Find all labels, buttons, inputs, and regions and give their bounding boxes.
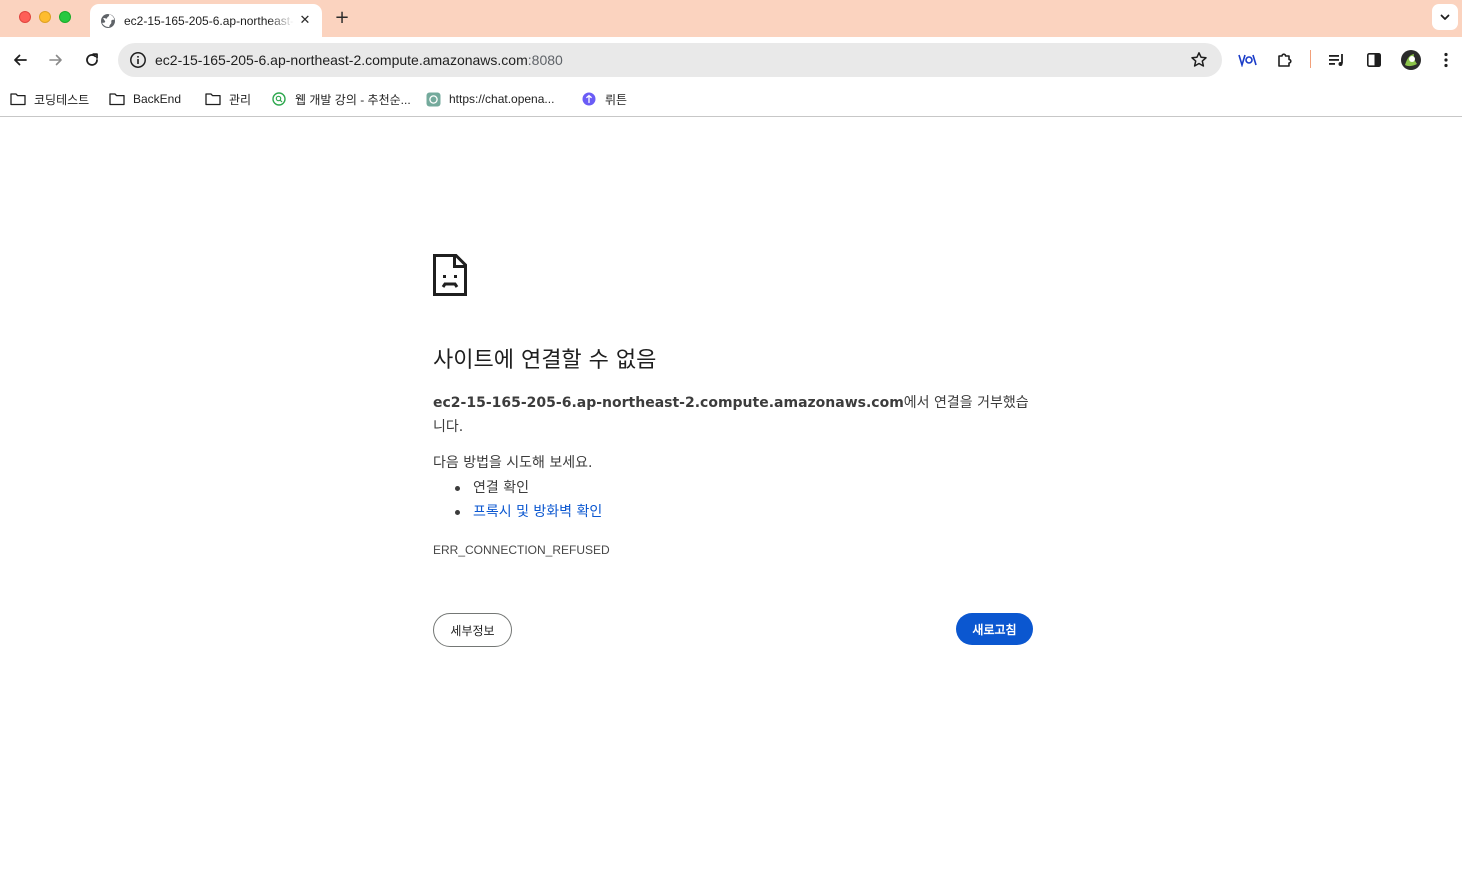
error-description: ec2-15-165-205-6.ap-northeast-2.compute.… <box>433 391 1033 439</box>
bookmark-label: https://chat.opena... <box>449 92 555 106</box>
bookmark-label: 뤼튼 <box>605 92 628 107</box>
side-panel-icon[interactable] <box>1364 50 1384 70</box>
error-title: 사이트에 연결할 수 없음 <box>433 348 657 373</box>
more-menu-icon[interactable] <box>1436 50 1456 70</box>
tab-search-button[interactable] <box>1432 4 1458 30</box>
bookmark-wrtn[interactable]: 뤼튼 <box>581 89 627 109</box>
search-badge-icon <box>271 91 287 107</box>
url-host: ec2-15-165-205-6.ap-northeast-2.compute.… <box>155 52 528 68</box>
arrow-right-icon <box>49 54 62 66</box>
suggestion-check-connection: 연결 확인 <box>473 480 529 496</box>
reload-icon <box>86 53 98 66</box>
bookmark-star-icon[interactable] <box>1190 51 1208 69</box>
arrow-left-icon <box>14 54 27 66</box>
wavve-extension-icon[interactable] <box>1238 50 1258 70</box>
profile-avatar-icon[interactable] <box>1400 49 1422 71</box>
list-item: 연결 확인 <box>455 476 602 500</box>
sad-document-icon <box>433 254 467 296</box>
bookmark-folder-admin[interactable]: 관리 <box>205 89 251 109</box>
folder-icon <box>109 91 125 107</box>
window-minimize-button[interactable] <box>39 11 51 23</box>
address-bar[interactable]: ec2-15-165-205-6.ap-northeast-2.compute.… <box>118 43 1222 77</box>
bookmark-chatgpt[interactable]: https://chat.opena... <box>425 89 554 109</box>
window-zoom-button[interactable] <box>59 11 71 23</box>
chevron-down-icon <box>1440 14 1450 20</box>
wrtn-icon <box>581 91 597 107</box>
list-item: 프록시 및 방화벽 확인 <box>455 500 602 524</box>
forward-button[interactable] <box>44 48 68 72</box>
site-info-icon[interactable] <box>126 48 150 72</box>
bookmarks-bar: 코딩테스트 BackEnd 관리 웹 개발 강의 - 추천순... https:… <box>0 83 1462 117</box>
window-close-button[interactable] <box>19 11 31 23</box>
suggestions-title: 다음 방법을 시도해 보세요. <box>433 455 593 471</box>
reload-page-button[interactable]: 새로고침 <box>956 613 1033 645</box>
bookmark-label: 관리 <box>229 92 252 107</box>
new-tab-button[interactable]: + <box>332 7 352 28</box>
suggestions-list: 연결 확인 프록시 및 방화벽 확인 <box>455 476 602 524</box>
url-port: :8080 <box>527 52 563 68</box>
back-button[interactable] <box>8 48 32 72</box>
error-code: ERR_CONNECTION_REFUSED <box>433 543 610 557</box>
bookmark-label: 웹 개발 강의 - 추천순... <box>295 92 411 107</box>
bookmark-folder-coding-test[interactable]: 코딩테스트 <box>10 89 89 109</box>
chatgpt-icon <box>425 91 441 107</box>
url-text[interactable]: ec2-15-165-205-6.ap-northeast-2.compute.… <box>155 52 563 68</box>
tab-title: ec2-15-165-205-6.ap-northeast-2.compute.… <box>124 13 294 28</box>
toolbar-divider <box>1310 50 1311 68</box>
reload-button[interactable] <box>80 48 104 72</box>
bookmark-label: 코딩테스트 <box>34 92 90 107</box>
media-playlist-icon[interactable] <box>1327 50 1347 70</box>
folder-icon <box>205 91 221 107</box>
details-button[interactable]: 세부정보 <box>433 613 512 647</box>
active-tab[interactable]: ec2-15-165-205-6.ap-northeast-2.compute.… <box>90 4 322 37</box>
bookmark-folder-backend[interactable]: BackEnd <box>109 89 181 109</box>
bookmark-label: BackEnd <box>133 92 182 106</box>
toolbar: ec2-15-165-205-6.ap-northeast-2.compute.… <box>0 37 1462 83</box>
suggestion-check-proxy-link[interactable]: 프록시 및 방화벽 확인 <box>473 504 602 520</box>
folder-icon <box>10 91 26 107</box>
globe-icon <box>101 13 115 28</box>
tab-close-icon[interactable]: ✕ <box>296 11 314 29</box>
bookmark-web-dev-lectures[interactable]: 웹 개발 강의 - 추천순... <box>271 89 411 109</box>
tab-strip: ec2-15-165-205-6.ap-northeast-2.compute.… <box>0 0 1462 37</box>
error-host: ec2-15-165-205-6.ap-northeast-2.compute.… <box>433 395 904 411</box>
puzzle-extensions-icon[interactable] <box>1275 50 1295 70</box>
